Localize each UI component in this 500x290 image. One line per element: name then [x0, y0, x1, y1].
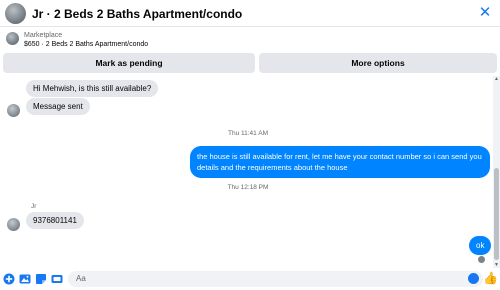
scroll-up-icon[interactable]: ▲	[493, 76, 500, 82]
gif-icon[interactable]	[51, 273, 63, 285]
timestamp: Thu 11:41 AM	[228, 130, 268, 137]
listing-info[interactable]: Marketplace $650 · 2 Beds 2 Baths Apartm…	[0, 27, 500, 51]
emoji-icon[interactable]	[468, 273, 479, 284]
incoming-message: Message sent	[26, 98, 90, 115]
close-icon[interactable]: ✕	[476, 4, 494, 22]
scrollbar-thumb[interactable]	[494, 168, 499, 260]
sticker-icon[interactable]	[35, 273, 47, 285]
thumbs-up-icon[interactable]: 👍	[483, 272, 498, 285]
listing-detail: $650 · 2 Beds 2 Baths Apartment/condo	[24, 41, 149, 48]
seen-avatar	[478, 256, 485, 263]
avatar[interactable]	[7, 104, 20, 117]
add-icon[interactable]	[3, 273, 15, 285]
chat-title[interactable]: Jr · 2 Beds 2 Baths Apartment/condo	[32, 7, 242, 21]
photo-icon[interactable]	[19, 273, 31, 285]
incoming-message: 9376801141	[26, 212, 84, 229]
listing-thumbnail[interactable]	[5, 3, 26, 24]
message-input-placeholder: Aa	[76, 274, 86, 283]
incoming-message: Hi Mehwish, is this still available?	[26, 80, 159, 97]
listing-small-thumbnail	[6, 32, 19, 45]
outgoing-message: the house is still available for rent, l…	[190, 146, 490, 178]
scrollbar[interactable]: ▲ ▼	[493, 76, 500, 268]
timestamp: Thu 12:18 PM	[227, 184, 269, 191]
avatar[interactable]	[7, 218, 20, 231]
mark-as-pending-button[interactable]: Mark as pending	[3, 53, 255, 73]
message-composer: Aa 👍	[0, 268, 500, 290]
sender-name: Jr	[31, 203, 37, 210]
listing-source-label: Marketplace	[24, 32, 63, 39]
message-input[interactable]: Aa	[68, 271, 483, 287]
conversation-area: Hi Mehwish, is this still available? Mes…	[0, 76, 492, 268]
outgoing-message: ok	[469, 236, 492, 255]
more-options-button[interactable]: More options	[259, 53, 497, 73]
chat-header: Jr · 2 Beds 2 Baths Apartment/condo ✕	[0, 0, 500, 27]
listing-actions: Mark as pending More options	[3, 53, 497, 74]
